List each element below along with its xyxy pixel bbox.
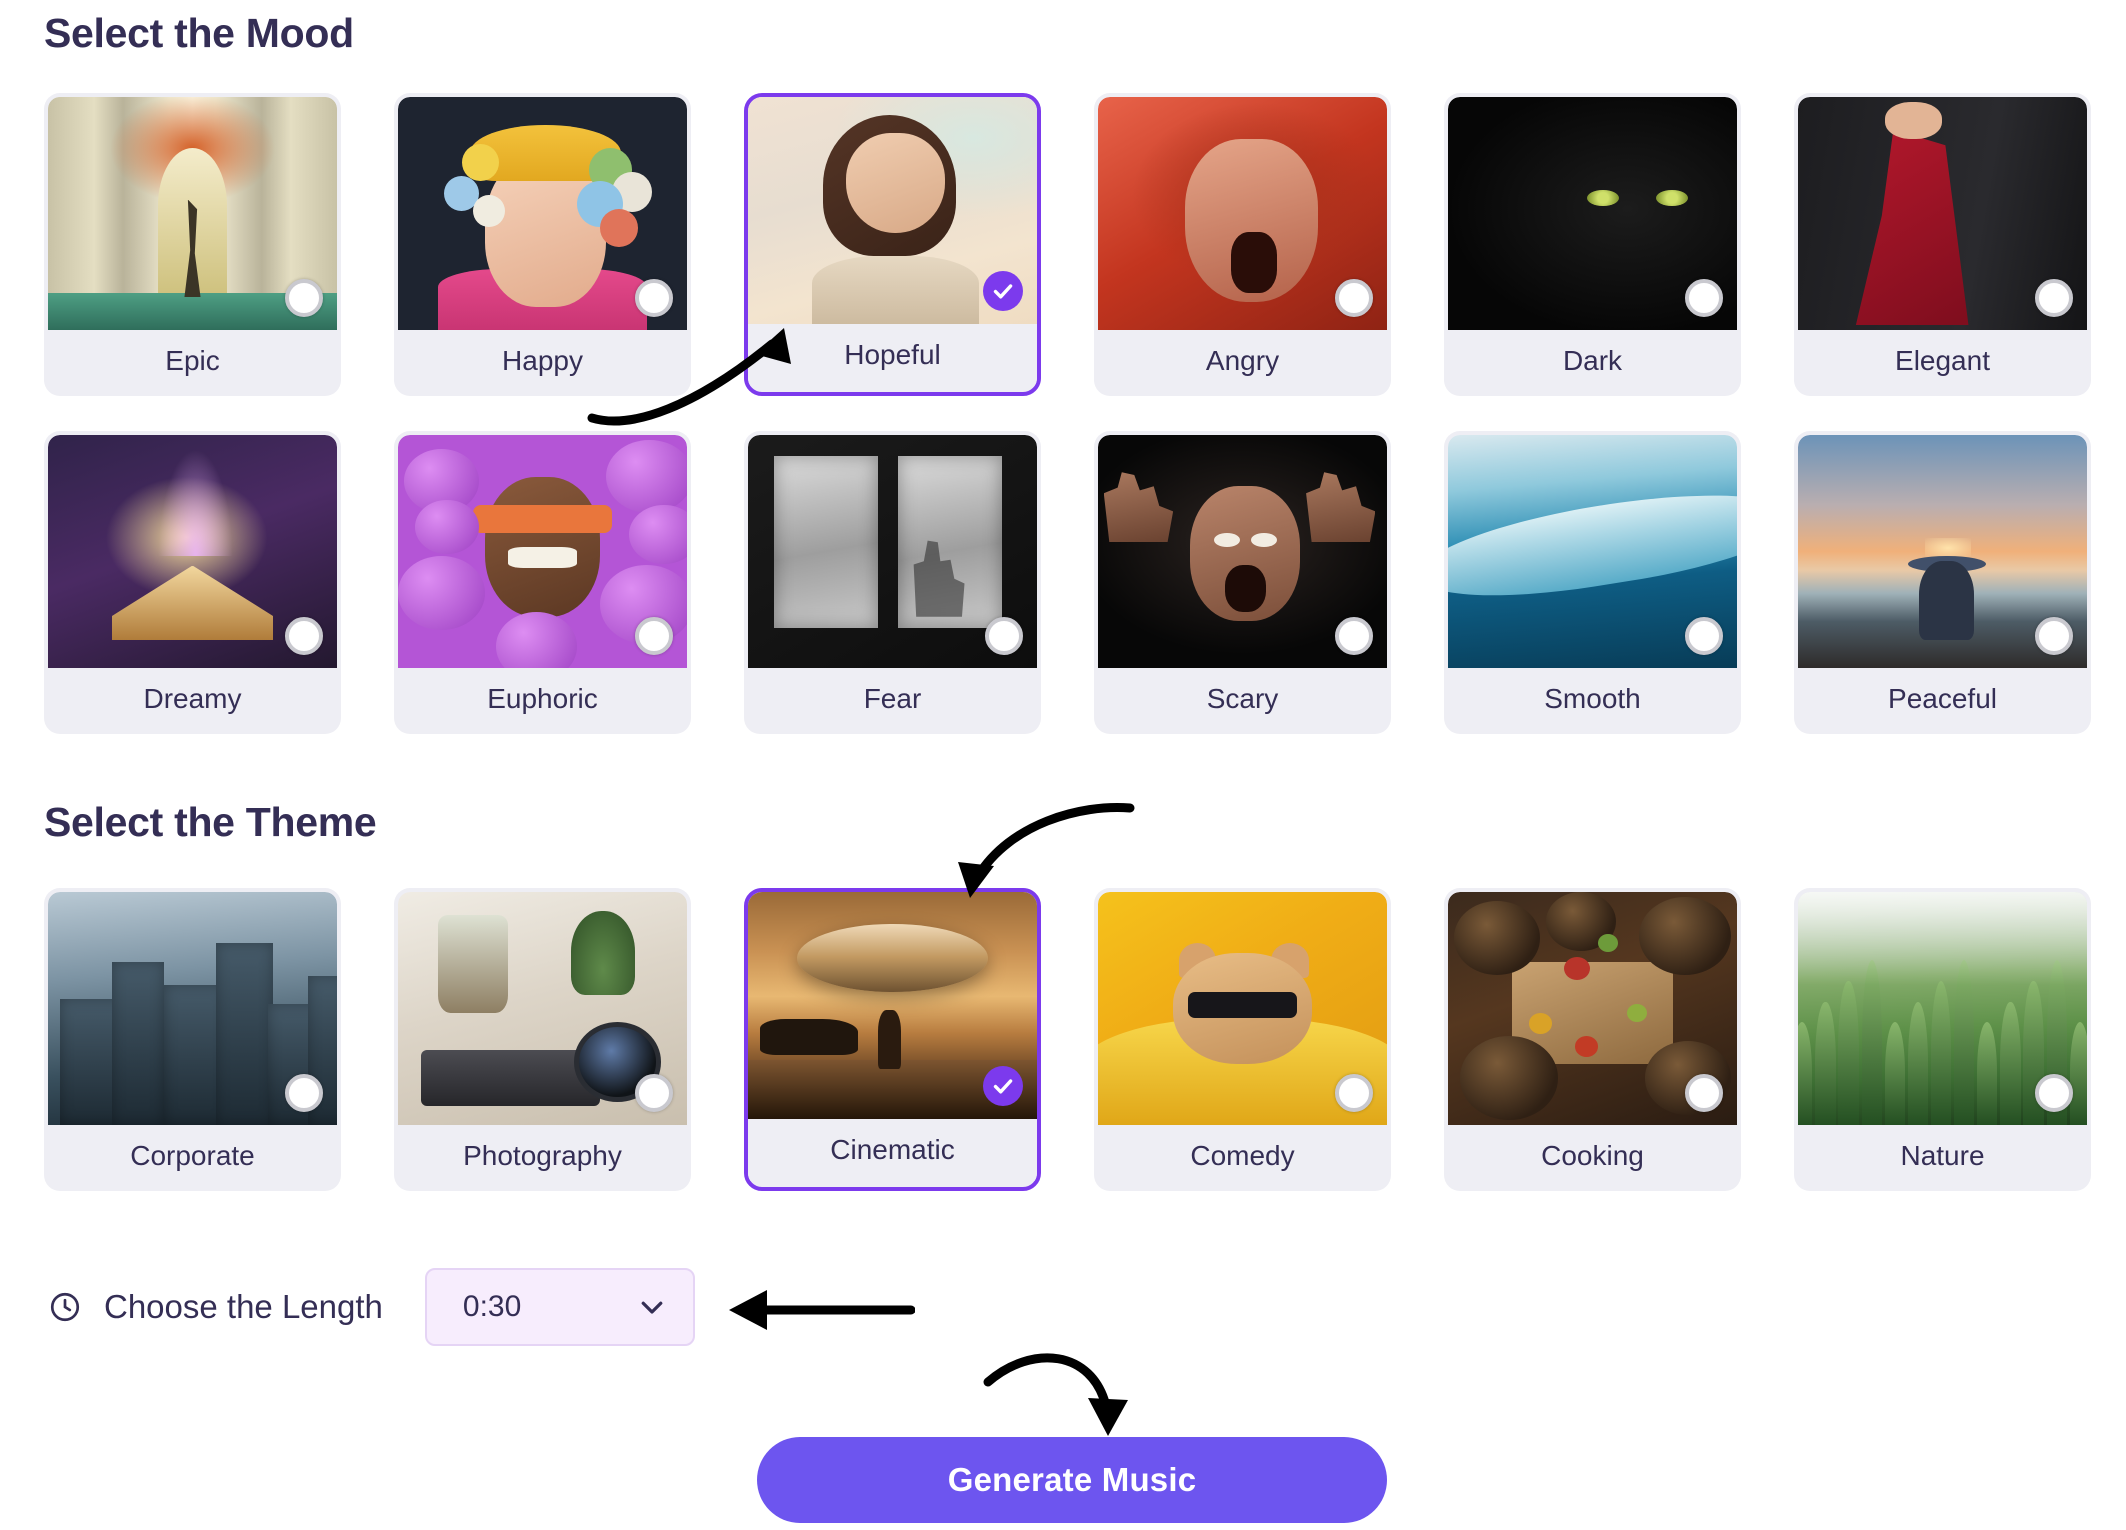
card-thumbnail bbox=[1098, 97, 1387, 330]
card-thumbnail bbox=[1098, 892, 1387, 1125]
length-selected-value: 0:30 bbox=[462, 1290, 522, 1323]
card-label: Elegant bbox=[1798, 330, 2087, 392]
radio-unselected-icon[interactable] bbox=[1685, 617, 1723, 655]
radio-unselected-icon[interactable] bbox=[635, 617, 673, 655]
card-label: Dreamy bbox=[48, 668, 337, 730]
clock-icon bbox=[48, 1290, 82, 1324]
mood-card-elegant[interactable]: Elegant bbox=[1794, 93, 2091, 396]
card-thumbnail bbox=[748, 892, 1037, 1119]
card-label: Peaceful bbox=[1798, 668, 2087, 730]
radio-unselected-icon[interactable] bbox=[2035, 1074, 2073, 1112]
card-thumbnail bbox=[1798, 97, 2087, 330]
radio-unselected-icon[interactable] bbox=[1335, 1074, 1373, 1112]
generate-music-button[interactable]: Generate Music bbox=[757, 1437, 1387, 1523]
mood-card-dreamy[interactable]: Dreamy bbox=[44, 431, 341, 734]
card-label: Fear bbox=[748, 668, 1037, 730]
card-thumbnail bbox=[398, 97, 687, 330]
mood-card-angry[interactable]: Angry bbox=[1094, 93, 1391, 396]
card-label: Photography bbox=[398, 1125, 687, 1187]
card-thumbnail bbox=[1098, 435, 1387, 668]
mood-card-scary[interactable]: Scary bbox=[1094, 431, 1391, 734]
radio-unselected-icon[interactable] bbox=[985, 617, 1023, 655]
arrow-to-length-select bbox=[715, 1280, 916, 1345]
mood-card-grid: Epic Happy Hopeful Angry Dark Elegant Dreamy Eu… bbox=[44, 93, 2091, 734]
radio-unselected-icon[interactable] bbox=[635, 1074, 673, 1112]
card-label: Hopeful bbox=[748, 324, 1037, 386]
card-thumbnail bbox=[1798, 435, 2087, 668]
card-thumbnail bbox=[398, 435, 687, 668]
card-label: Corporate bbox=[48, 1125, 337, 1187]
radio-unselected-icon[interactable] bbox=[635, 279, 673, 317]
theme-section-title: Select the Theme bbox=[44, 799, 377, 845]
mood-card-happy[interactable]: Happy bbox=[394, 93, 691, 396]
theme-card-cooking[interactable]: Cooking bbox=[1444, 888, 1741, 1191]
radio-unselected-icon[interactable] bbox=[1335, 617, 1373, 655]
chevron-down-icon bbox=[637, 1292, 667, 1322]
card-label: Dark bbox=[1448, 330, 1737, 392]
card-label: Comedy bbox=[1098, 1125, 1387, 1187]
card-label: Angry bbox=[1098, 330, 1387, 392]
mood-card-dark[interactable]: Dark bbox=[1444, 93, 1741, 396]
mood-card-fear[interactable]: Fear bbox=[744, 431, 1041, 734]
theme-card-corporate[interactable]: Corporate bbox=[44, 888, 341, 1191]
radio-unselected-icon[interactable] bbox=[2035, 279, 2073, 317]
card-label: Euphoric bbox=[398, 668, 687, 730]
mood-card-hopeful[interactable]: Hopeful bbox=[744, 93, 1041, 396]
card-thumbnail bbox=[1448, 892, 1737, 1125]
theme-card-comedy[interactable]: Comedy bbox=[1094, 888, 1391, 1191]
card-label: Happy bbox=[398, 330, 687, 392]
card-label: Cooking bbox=[1448, 1125, 1737, 1187]
card-label: Cinematic bbox=[748, 1119, 1037, 1181]
mood-section-title: Select the Mood bbox=[44, 10, 354, 56]
mood-theme-selector-page: Select the Mood Epic Happy Hopeful Angry Dar… bbox=[0, 0, 2126, 1530]
radio-unselected-icon[interactable] bbox=[2035, 617, 2073, 655]
card-thumbnail bbox=[398, 892, 687, 1125]
length-label: Choose the Length bbox=[104, 1288, 383, 1325]
radio-unselected-icon[interactable] bbox=[1685, 279, 1723, 317]
radio-unselected-icon[interactable] bbox=[1335, 279, 1373, 317]
radio-unselected-icon[interactable] bbox=[285, 279, 323, 317]
card-thumbnail bbox=[48, 97, 337, 330]
theme-card-grid: Corporate Photography Cinematic Comedy Cooki… bbox=[44, 888, 2091, 1191]
radio-unselected-icon[interactable] bbox=[1685, 1074, 1723, 1112]
mood-card-peaceful[interactable]: Peaceful bbox=[1794, 431, 2091, 734]
mood-card-epic[interactable]: Epic bbox=[44, 93, 341, 396]
card-thumbnail bbox=[48, 435, 337, 668]
card-thumbnail bbox=[748, 435, 1037, 668]
card-thumbnail bbox=[1448, 435, 1737, 668]
card-thumbnail bbox=[748, 97, 1037, 324]
card-label: Smooth bbox=[1448, 668, 1737, 730]
mood-card-smooth[interactable]: Smooth bbox=[1444, 431, 1741, 734]
theme-card-nature[interactable]: Nature bbox=[1794, 888, 2091, 1191]
mood-card-euphoric[interactable]: Euphoric bbox=[394, 431, 691, 734]
card-thumbnail bbox=[48, 892, 337, 1125]
length-row: Choose the Length 0:30 bbox=[48, 1268, 695, 1346]
radio-unselected-icon[interactable] bbox=[285, 617, 323, 655]
card-label: Epic bbox=[48, 330, 337, 392]
check-circle-icon[interactable] bbox=[983, 1066, 1023, 1106]
card-label: Nature bbox=[1798, 1125, 2087, 1187]
theme-card-photography[interactable]: Photography bbox=[394, 888, 691, 1191]
card-thumbnail bbox=[1448, 97, 1737, 330]
card-thumbnail bbox=[1798, 892, 2087, 1125]
card-label: Scary bbox=[1098, 668, 1387, 730]
radio-unselected-icon[interactable] bbox=[285, 1074, 323, 1112]
check-circle-icon[interactable] bbox=[983, 271, 1023, 311]
theme-card-cinematic[interactable]: Cinematic bbox=[744, 888, 1041, 1191]
length-select[interactable]: 0:30 bbox=[424, 1268, 695, 1346]
